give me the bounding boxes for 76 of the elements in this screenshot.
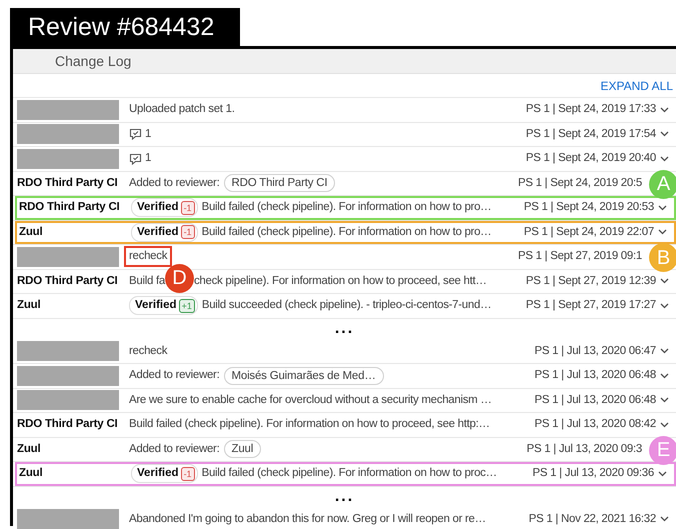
reviewer-chip: Zuul: [224, 440, 262, 458]
chevron-down-icon[interactable]: [660, 348, 668, 354]
comment-icon: [129, 128, 142, 140]
timestamp: PS 1 | Jul 13, 2020 08:42: [534, 417, 656, 432]
vote-chip: Verified -1: [131, 464, 198, 484]
timestamp: PS 1 | Jul 13, 2020 09:36: [532, 466, 654, 482]
chevron-down-icon[interactable]: [660, 131, 668, 138]
ellipsis-separator: ...: [334, 321, 354, 337]
message-text: check pipeline). For information on how to proceed, see htt…: [194, 274, 487, 289]
author-name: RDO Third Party CI: [17, 274, 118, 289]
message-text: Added to reviewer:: [129, 442, 220, 457]
message-text: Abandoned I'm going to abandon this for now. Greg or I will reopen or re…: [129, 512, 486, 527]
message-text: Are we sure to enable cache for overcloud without a security mechanism …: [129, 392, 492, 408]
timestamp: PS 1 | Jul 13, 2020 06:48: [534, 392, 656, 408]
vote-chip: Verified -1: [131, 222, 198, 242]
author-name: Zuul: [17, 298, 40, 314]
comment-count: 1: [145, 126, 152, 142]
expand-all-link[interactable]: EXPAND ALL: [600, 76, 673, 94]
author-name: Zuul: [19, 466, 42, 482]
timestamp: PS 1 | Jul 13, 2020 09:3: [526, 442, 642, 457]
message-text: recheck: [129, 344, 168, 359]
timestamp: PS 1 | Jul 13, 2020 06:47: [534, 344, 656, 359]
message-text: Added to reviewer:: [129, 176, 220, 191]
panel-heading: Change Log: [55, 52, 132, 71]
timestamp: PS 1 | Sept 27, 2019 09:1: [518, 249, 642, 264]
author-name: Zuul: [17, 442, 40, 457]
review-title: Review #684432: [10, 8, 240, 46]
reviewer-chip: RDO Third Party CI: [224, 174, 336, 192]
timestamp: PS 1 | Sept 24, 2019 20:40: [526, 151, 656, 166]
ellipsis-separator: ...: [334, 489, 354, 505]
timestamp: PS 1 | Sept 24, 2019 17:33: [526, 102, 656, 118]
chevron-down-icon[interactable]: [660, 302, 668, 309]
vote-score: -1: [180, 466, 195, 481]
reviewer-chip: Moisés Guimarães de Med…: [224, 366, 384, 385]
author-name: RDO Third Party CI: [17, 417, 118, 432]
chevron-down-icon[interactable]: [658, 204, 666, 211]
message-text: Build failed (check pipeline). For information on how to proc…: [202, 466, 497, 482]
timestamp: PS 1 | Sept 24, 2019 17:54: [526, 126, 656, 142]
message-text: Uploaded patch set 1.: [129, 102, 235, 118]
callout-badge: E: [649, 436, 676, 464]
vote-chip: Verified -1: [131, 198, 198, 218]
vote-score: -1: [180, 225, 195, 240]
author-name: RDO Third Party CI: [17, 176, 118, 191]
author-name: Zuul: [19, 224, 42, 240]
comment-icon: [129, 152, 142, 165]
chevron-down-icon[interactable]: [660, 422, 668, 428]
message-text: Added to reviewer:: [129, 368, 220, 384]
timestamp: PS 1 | Sept 27, 2019 12:39: [526, 274, 656, 289]
timestamp: PS 1 | Nov 22, 2021 16:32: [528, 512, 656, 527]
message-text: Build failed (check pipeline). For information on how to proceed, see http:…: [129, 417, 490, 432]
timestamp: PS 1 | Sept 27, 2019 17:27: [526, 298, 656, 314]
chevron-down-icon[interactable]: [658, 229, 666, 236]
timestamp: PS 1 | Sept 24, 2019 20:53: [524, 200, 654, 216]
timestamp: PS 1 | Sept 24, 2019 22:07: [524, 224, 654, 240]
callout-badge: A: [649, 170, 676, 198]
message-text: recheck: [124, 246, 172, 268]
message-text: Build succeeded (check pipeline). - tripleo-ci-centos-7-und…: [202, 298, 492, 314]
chevron-down-icon[interactable]: [660, 397, 668, 404]
message-text: Build failed (check pipeline). For information on how to pro…: [202, 224, 492, 240]
comment-count: 1: [145, 151, 152, 166]
author-name: RDO Third Party CI: [19, 200, 120, 216]
chevron-down-icon[interactable]: [660, 156, 668, 162]
timestamp: PS 1 | Jul 13, 2020 06:48: [534, 368, 656, 384]
callout-badge: D: [164, 264, 194, 293]
callout-badge: B: [649, 243, 676, 272]
chevron-down-icon[interactable]: [658, 470, 666, 477]
vote-score: +1: [178, 298, 195, 313]
chevron-down-icon[interactable]: [660, 278, 668, 284]
message-text: Build failed (check pipeline). For information on how to pro…: [202, 200, 492, 216]
chevron-down-icon[interactable]: [660, 106, 668, 113]
chevron-down-icon[interactable]: [660, 372, 668, 379]
chevron-down-icon[interactable]: [660, 516, 668, 522]
vote-score: -1: [180, 200, 195, 215]
message-text: Build fa: [129, 274, 165, 289]
vote-chip: Verified +1: [129, 296, 198, 316]
timestamp: PS 1 | Sept 24, 2019 20:5: [518, 176, 642, 191]
